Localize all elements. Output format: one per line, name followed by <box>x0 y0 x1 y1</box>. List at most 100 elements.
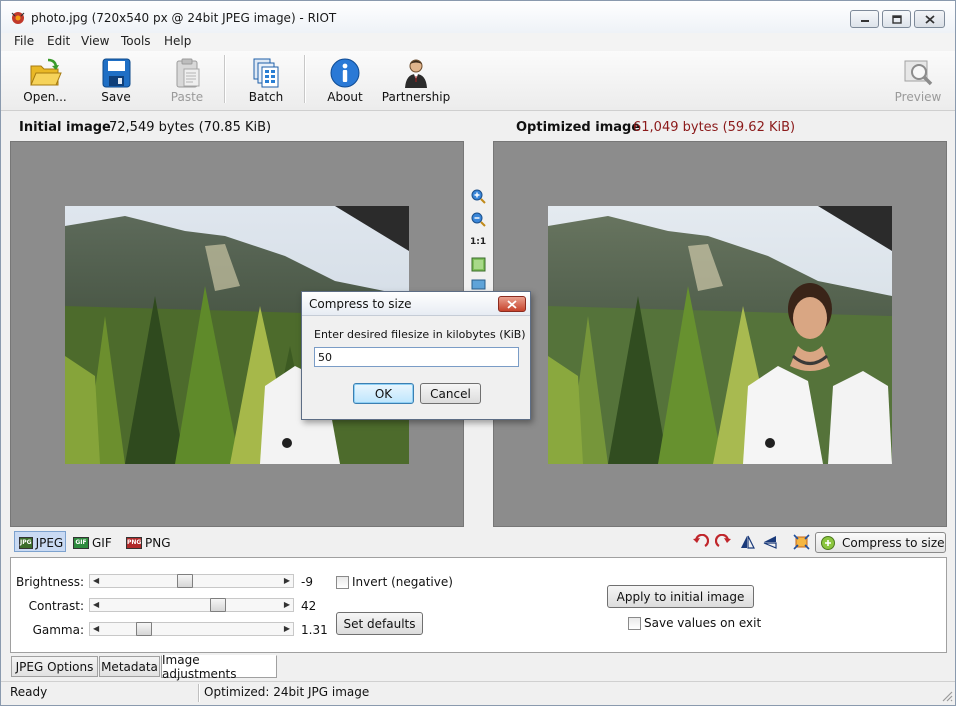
preview-label: Preview <box>894 90 942 104</box>
minimize-icon <box>851 11 878 27</box>
invert-checkbox[interactable] <box>336 576 349 589</box>
menu-file[interactable]: File <box>14 34 34 48</box>
dialog-title: Compress to size <box>309 297 412 311</box>
tab-jpeg-options[interactable]: JPEG Options <box>11 656 98 677</box>
save-values-checkbox[interactable] <box>628 617 641 630</box>
format-tab-label: PNG <box>145 535 171 550</box>
save-label: Save <box>101 90 131 104</box>
paste-button[interactable]: Paste <box>163 53 211 107</box>
maximize-icon <box>883 11 910 27</box>
dialog-prompt: Enter desired filesize in kilobytes (KiB… <box>314 328 526 341</box>
riot-window: photo.jpg (720x540 px @ 24bit JPEG image… <box>0 0 956 706</box>
rotate-left-icon[interactable] <box>692 534 709 550</box>
slider-left-arrow-icon[interactable]: ◀ <box>93 600 99 609</box>
gamma-slider-thumb[interactable] <box>136 622 153 636</box>
maximize-button[interactable] <box>882 10 911 28</box>
cancel-button[interactable]: Cancel <box>420 383 481 404</box>
png-file-icon: PNG <box>126 536 142 549</box>
clipboard-icon <box>176 58 200 88</box>
format-tab-gif[interactable]: GIF GIF <box>69 531 117 552</box>
close-icon <box>507 299 517 309</box>
ok-button[interactable]: OK <box>353 383 414 404</box>
optimized-image-label: Optimized image <box>516 120 641 135</box>
save-button[interactable]: Save <box>93 53 139 107</box>
person-icon <box>405 59 427 88</box>
open-button[interactable]: Open... <box>15 53 75 107</box>
slider-left-arrow-icon[interactable]: ◀ <box>93 576 99 585</box>
format-tab-label: GIF <box>92 535 112 550</box>
close-icon <box>915 11 944 27</box>
preview-button[interactable]: Preview <box>893 53 943 107</box>
optimized-image-pane[interactable] <box>493 141 947 527</box>
dialog-close-button[interactable] <box>498 296 526 312</box>
tab-image-adjustments[interactable]: Image adjustments <box>161 653 277 681</box>
compress-to-size-label: Compress to size <box>842 535 945 550</box>
gif-file-icon: GIF <box>73 536 89 549</box>
about-label: About <box>327 90 363 104</box>
tab-metadata[interactable]: Metadata <box>99 656 160 677</box>
about-button[interactable]: About <box>321 53 369 107</box>
preview-icon <box>904 60 933 86</box>
rotate-right-icon[interactable] <box>715 534 732 550</box>
menu-tools[interactable]: Tools <box>121 34 151 48</box>
batch-label: Batch <box>248 90 284 104</box>
status-bar: Ready Optimized: 24bit JPG image <box>1 681 955 705</box>
set-defaults-button[interactable]: Set defaults <box>336 612 423 635</box>
apply-to-initial-image-button[interactable]: Apply to initial image <box>607 585 754 608</box>
title-bar[interactable]: photo.jpg (720x540 px @ 24bit JPEG image… <box>1 1 955 33</box>
close-button[interactable] <box>914 10 945 28</box>
format-tab-png[interactable]: PNG PNG <box>122 531 174 552</box>
optimized-image-size: 61,049 bytes (59.62 KiB) <box>633 120 796 135</box>
menu-view[interactable]: View <box>81 34 109 48</box>
slider-right-arrow-icon[interactable]: ▶ <box>284 624 290 633</box>
gamma-label: Gamma: <box>32 623 84 637</box>
status-optimized: Optimized: 24bit JPG image <box>204 685 370 699</box>
menu-help[interactable]: Help <box>164 34 191 48</box>
format-bar: JPG JPEG GIF GIF PNG PNG Compress to siz… <box>1 529 955 555</box>
crop-resize-icon[interactable] <box>793 534 810 550</box>
brightness-label: Brightness: <box>16 575 84 589</box>
flip-vertical-icon[interactable] <box>762 534 779 550</box>
image-adjustments-panel: Brightness: ◀ ▶ -9 Contrast: ◀ ▶ 42 Gamm… <box>10 557 947 653</box>
menu-bar: File Edit View Tools Help <box>1 33 955 51</box>
gamma-value: 1.31 <box>301 623 328 637</box>
zoom-in-icon[interactable] <box>471 189 486 204</box>
save-values-label: Save values on exit <box>644 616 762 630</box>
size-info-strip: Initial image 72,549 bytes (70.85 KiB) O… <box>1 113 955 141</box>
initial-image-size: 72,549 bytes (70.85 KiB) <box>109 120 272 135</box>
flip-horizontal-icon[interactable] <box>739 534 756 550</box>
partnership-button[interactable]: Partnership <box>379 53 453 107</box>
dialog-title-bar[interactable]: Compress to size <box>302 292 530 316</box>
info-icon <box>330 58 360 88</box>
toolbar: Open... Save Paste Batch About Partnersh… <box>1 51 955 111</box>
options-tabs: JPEG Options Metadata Image adjustments <box>1 653 955 681</box>
contrast-slider-thumb[interactable] <box>210 598 227 612</box>
contrast-label: Contrast: <box>28 599 84 613</box>
gamma-slider[interactable]: ◀ ▶ <box>89 622 294 636</box>
brightness-slider[interactable]: ◀ ▶ <box>89 574 294 588</box>
toolbar-separator <box>304 55 306 103</box>
brightness-value: -9 <box>301 575 313 589</box>
slider-right-arrow-icon[interactable]: ▶ <box>284 600 290 609</box>
minimize-button[interactable] <box>850 10 879 28</box>
compare-icon[interactable] <box>471 277 486 292</box>
slider-left-arrow-icon[interactable]: ◀ <box>93 624 99 633</box>
menu-edit[interactable]: Edit <box>47 34 70 48</box>
jpeg-file-icon: JPG <box>19 536 33 549</box>
resize-grip-icon[interactable] <box>941 690 953 702</box>
format-tab-jpeg[interactable]: JPG JPEG <box>14 531 66 552</box>
filesize-input[interactable] <box>314 347 519 367</box>
app-icon <box>11 12 25 24</box>
zoom-actual-size[interactable]: 1:1 <box>470 237 486 247</box>
compress-icon <box>821 535 835 550</box>
zoom-out-icon[interactable] <box>471 212 486 227</box>
optimized-image-preview <box>548 206 892 464</box>
fit-image-icon[interactable] <box>471 257 486 272</box>
brightness-slider-thumb[interactable] <box>177 574 194 588</box>
slider-right-arrow-icon[interactable]: ▶ <box>284 576 290 585</box>
batch-button[interactable]: Batch <box>241 53 291 107</box>
invert-label: Invert (negative) <box>352 575 453 589</box>
contrast-slider[interactable]: ◀ ▶ <box>89 598 294 612</box>
paste-label: Paste <box>170 90 204 104</box>
compress-to-size-button[interactable]: Compress to size <box>815 532 946 553</box>
